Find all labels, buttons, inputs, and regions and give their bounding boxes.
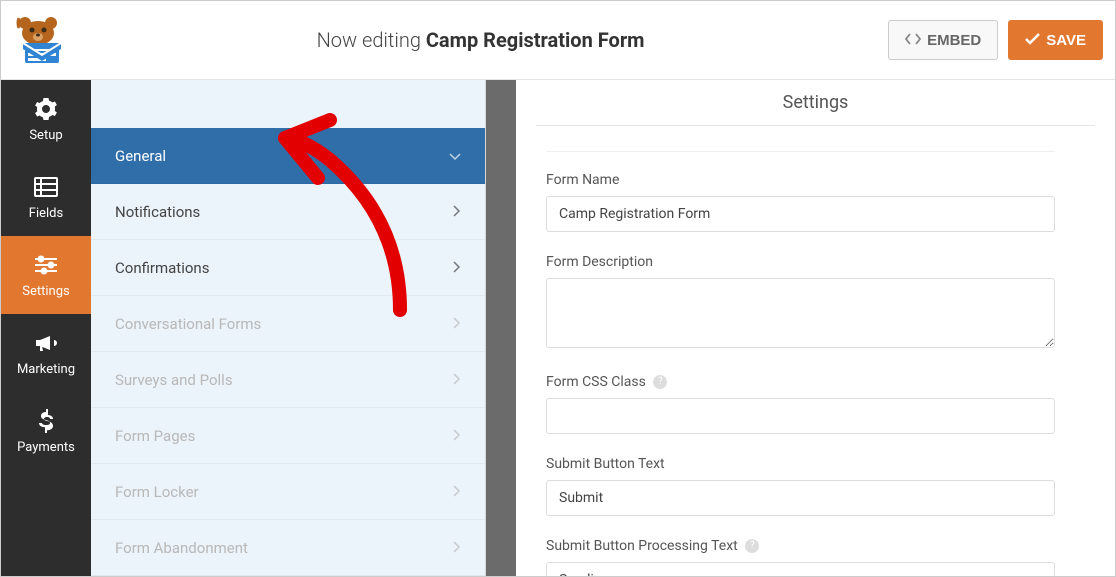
help-icon[interactable]: ? bbox=[653, 375, 667, 389]
settings-item-confirmations[interactable]: Confirmations bbox=[91, 240, 485, 296]
chevron-down-icon bbox=[449, 146, 461, 165]
embed-button[interactable]: EMBED bbox=[888, 20, 998, 60]
label-text: Submit Button Processing Text bbox=[546, 538, 738, 554]
form-group-submit-text: Submit Button Text bbox=[546, 456, 1055, 516]
content-header: Settings bbox=[536, 80, 1095, 126]
settings-item-label: General bbox=[115, 147, 166, 165]
settings-item-label: Surveys and Polls bbox=[115, 371, 233, 389]
settings-item-label: Form Abandonment bbox=[115, 539, 248, 557]
settings-item-label: Confirmations bbox=[115, 259, 209, 277]
settings-item-formpages[interactable]: Form Pages bbox=[91, 408, 485, 464]
help-icon[interactable]: ? bbox=[745, 539, 759, 553]
settings-item-formlocker[interactable]: Form Locker bbox=[91, 464, 485, 520]
form-group-css-class: Form CSS Class ? bbox=[546, 374, 1055, 434]
code-icon bbox=[905, 32, 921, 49]
settings-item-conversational[interactable]: Conversational Forms bbox=[91, 296, 485, 352]
form-description-input[interactable] bbox=[546, 278, 1055, 348]
sidebar-item-setup[interactable]: Setup bbox=[1, 80, 91, 158]
settings-item-label: Form Pages bbox=[115, 427, 195, 445]
divider bbox=[546, 151, 1055, 152]
sidebar-item-settings[interactable]: Settings bbox=[1, 236, 91, 314]
settings-item-general[interactable]: General bbox=[91, 128, 485, 184]
settings-item-label: Notifications bbox=[115, 203, 200, 221]
content-body: Form Name Form Description Form CSS Clas… bbox=[516, 126, 1115, 576]
form-group-form-name: Form Name bbox=[546, 172, 1055, 232]
panel-spacer bbox=[91, 80, 485, 128]
sidebar-label: Payments bbox=[17, 440, 75, 455]
settings-item-surveys[interactable]: Surveys and Polls bbox=[91, 352, 485, 408]
chevron-right-icon bbox=[453, 258, 461, 277]
sliders-icon bbox=[33, 252, 59, 278]
form-name-input[interactable] bbox=[546, 196, 1055, 232]
chevron-right-icon bbox=[453, 426, 461, 445]
sidebar-item-fields[interactable]: Fields bbox=[1, 158, 91, 236]
submit-processing-label: Submit Button Processing Text ? bbox=[546, 538, 1055, 554]
chevron-right-icon bbox=[453, 482, 461, 501]
sidebar-label: Marketing bbox=[17, 362, 75, 377]
sidebar: Setup Fields Settings Marketing Payments bbox=[1, 80, 91, 576]
sidebar-item-payments[interactable]: Payments bbox=[1, 392, 91, 470]
sidebar-item-marketing[interactable]: Marketing bbox=[1, 314, 91, 392]
settings-item-abandonment[interactable]: Form Abandonment bbox=[91, 520, 485, 576]
dollar-icon bbox=[33, 408, 59, 434]
bullhorn-icon bbox=[33, 330, 59, 356]
content-area: Settings Form Name Form Description Form… bbox=[486, 80, 1115, 576]
submit-processing-input[interactable] bbox=[546, 562, 1055, 576]
gear-icon bbox=[33, 96, 59, 122]
main: Setup Fields Settings Marketing Payments bbox=[1, 80, 1115, 576]
submit-text-label: Submit Button Text bbox=[546, 456, 1055, 472]
settings-panel: General Notifications Confirmations Conv… bbox=[91, 80, 486, 576]
form-name-label: Form Name bbox=[546, 172, 1055, 188]
page-title: Now editing Camp Registration Form bbox=[73, 28, 888, 52]
submit-text-input[interactable] bbox=[546, 480, 1055, 516]
sidebar-label: Settings bbox=[22, 284, 69, 299]
form-group-form-description: Form Description bbox=[546, 254, 1055, 352]
save-button[interactable]: SAVE bbox=[1008, 20, 1103, 60]
topbar: Now editing Camp Registration Form EMBED… bbox=[1, 1, 1115, 80]
chevron-right-icon bbox=[453, 314, 461, 333]
sidebar-label: Fields bbox=[29, 206, 63, 221]
settings-item-notifications[interactable]: Notifications bbox=[91, 184, 485, 240]
sidebar-label: Setup bbox=[29, 128, 62, 143]
topbar-buttons: EMBED SAVE bbox=[888, 20, 1103, 60]
list-icon bbox=[33, 174, 59, 200]
embed-label: EMBED bbox=[927, 32, 981, 49]
save-label: SAVE bbox=[1046, 32, 1086, 49]
settings-item-label: Conversational Forms bbox=[115, 315, 261, 333]
app-logo bbox=[13, 15, 73, 65]
chevron-right-icon bbox=[453, 202, 461, 221]
check-icon bbox=[1025, 32, 1040, 49]
editing-prefix: Now editing bbox=[317, 28, 426, 52]
form-description-label: Form Description bbox=[546, 254, 1055, 270]
chevron-right-icon bbox=[453, 538, 461, 557]
form-group-submit-processing: Submit Button Processing Text ? bbox=[546, 538, 1055, 576]
label-text: Form CSS Class bbox=[546, 374, 646, 390]
chevron-right-icon bbox=[453, 370, 461, 389]
form-title-text: Camp Registration Form bbox=[426, 28, 645, 52]
settings-item-label: Form Locker bbox=[115, 483, 199, 501]
content-inner: Settings Form Name Form Description Form… bbox=[516, 80, 1115, 576]
form-css-class-input[interactable] bbox=[546, 398, 1055, 434]
form-css-class-label: Form CSS Class ? bbox=[546, 374, 1055, 390]
